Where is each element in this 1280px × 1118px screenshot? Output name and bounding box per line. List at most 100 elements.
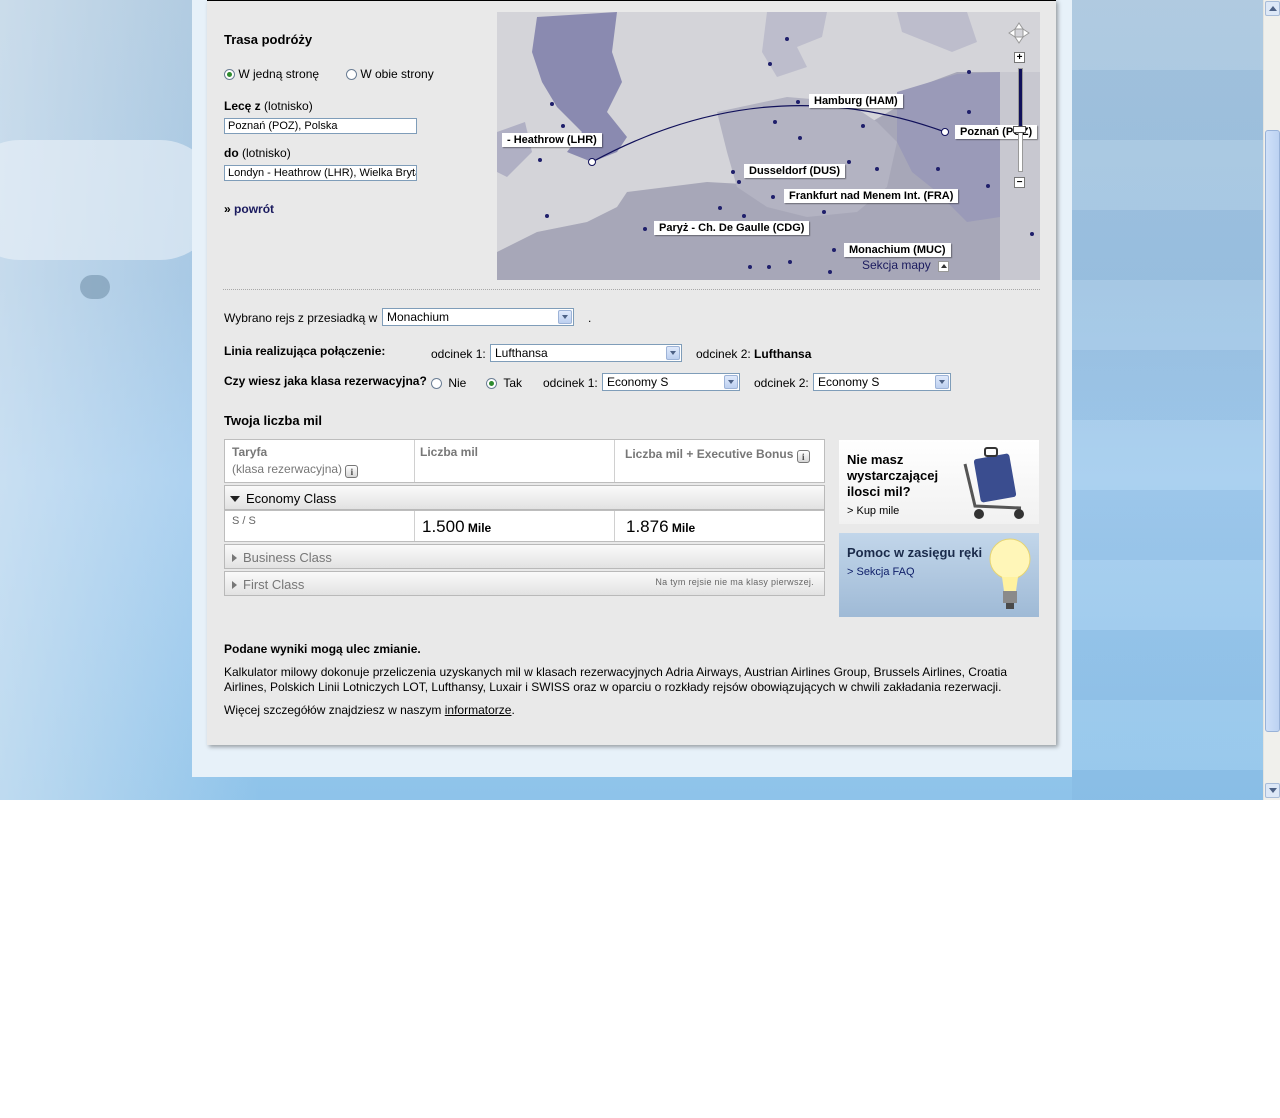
seg1-airline-select[interactable]: Lufthansa: [490, 344, 682, 362]
lhr-marker: [588, 158, 596, 166]
seg1-class-select[interactable]: Economy S: [602, 373, 740, 391]
airport-dot: [861, 124, 865, 128]
seg1-airline-value: Lufthansa: [495, 346, 548, 360]
airport-dot: [742, 214, 746, 218]
buy-miles-link[interactable]: > Kup mile: [847, 505, 899, 517]
one-way-radio[interactable]: [224, 69, 235, 80]
airport-dot: [718, 206, 722, 210]
seg1-label: odcinek 1:: [431, 347, 486, 361]
first-class-heading: First Class: [232, 577, 304, 592]
airport-dot: [832, 248, 836, 252]
seg2-airline-info: odcinek 2: Lufthansa: [696, 347, 811, 361]
miles-table-header: Taryfa (klasa rezerwacyjna) i Liczba mil…: [224, 439, 825, 483]
buy-miles-title: Nie masz wystarczającej ilosci mil?: [847, 452, 938, 500]
back-link[interactable]: » powrót: [224, 202, 274, 216]
double-chevron-icon: »: [224, 202, 231, 216]
airport-dot: [785, 37, 789, 41]
map-label-muc[interactable]: Monachium (MUC): [844, 243, 951, 257]
airport-dot: [643, 227, 647, 231]
round-trip-option[interactable]: W obie strony: [346, 67, 434, 81]
seg2-class-select[interactable]: Economy S: [813, 373, 951, 391]
back-link-label: powrót: [234, 202, 275, 216]
airport-dot: [828, 270, 832, 274]
airport-dot: [768, 62, 772, 66]
panel-top-border: [207, 0, 1056, 1]
airport-dot: [986, 184, 990, 188]
zoom-slider-track[interactable]: [1018, 68, 1023, 172]
airport-dot: [771, 195, 775, 199]
zoom-slider-thumb[interactable]: [1013, 126, 1026, 134]
airport-dot: [1030, 232, 1034, 236]
map-pan-control[interactable]: [1008, 22, 1030, 44]
informator-link[interactable]: informatorze: [445, 703, 512, 717]
class-yes-radio[interactable]: [486, 378, 497, 389]
col-fare-header: Taryfa: [232, 445, 268, 459]
economy-fare-code: S / S: [232, 515, 256, 527]
help-promo[interactable]: Pomoc w zasięgu ręki > Sekcja FAQ: [839, 533, 1039, 617]
light-bulb-icon: [989, 538, 1031, 609]
airport-dot: [788, 260, 792, 264]
airport-dot: [847, 160, 851, 164]
vertical-scrollbar[interactable]: [1263, 0, 1280, 800]
info-icon[interactable]: i: [796, 450, 810, 463]
column-divider: [614, 511, 615, 541]
scroll-up-button[interactable]: [1265, 1, 1280, 16]
map-label-dus[interactable]: Dusseldorf (DUS): [744, 164, 846, 178]
class-yes-label: Tak: [503, 376, 523, 390]
help-title: Pomoc w zasięgu ręki: [847, 545, 983, 560]
chevron-down-icon[interactable]: [558, 310, 572, 324]
col-bonus-text: Liczba mil + Executive Bonus: [625, 447, 794, 461]
one-way-label: W jedną stronę: [238, 67, 320, 81]
from-airport-input[interactable]: Poznań (POZ), Polska: [224, 118, 417, 134]
economy-class-heading: Economy Class: [230, 491, 336, 506]
to-airport-input[interactable]: Londyn - Heathrow (LHR), Wielka Bryta: [224, 165, 417, 181]
triangle-right-icon: [232, 554, 237, 562]
background-windows: [1072, 0, 1263, 800]
from-label-rest: (lotnisko): [264, 99, 313, 113]
chevron-down-icon[interactable]: [666, 346, 680, 360]
class-no-radio[interactable]: [431, 378, 442, 389]
scroll-thumb[interactable]: [1265, 130, 1280, 732]
notes-title: Podane wyniki mogą ulec zmianie.: [224, 642, 421, 656]
map-label-lhr[interactable]: - Heathrow (LHR): [502, 133, 602, 147]
map-label-cdg[interactable]: Paryż - Ch. De Gaulle (CDG): [654, 221, 810, 235]
map-section-link[interactable]: Sekcja mapy: [862, 258, 931, 272]
zoom-slider-fill: [1019, 69, 1022, 131]
seg2-airline-value: Lufthansa: [754, 347, 812, 361]
class-question: Czy wiesz jaka klasa rezerwacyjna?: [224, 374, 427, 388]
route-title: Trasa podróży: [224, 32, 313, 47]
info-icon[interactable]: i: [345, 465, 359, 478]
luggage-cart-icon: [963, 447, 1024, 519]
round-trip-radio[interactable]: [346, 69, 357, 80]
airport-dot: [561, 124, 565, 128]
class-no-option[interactable]: Nie: [431, 376, 466, 390]
col-fare-sub-text: (klasa rezerwacyjna): [232, 462, 343, 476]
map-label-ham[interactable]: Hamburg (HAM): [809, 94, 903, 108]
to-label-rest: (lotnisko): [242, 146, 291, 160]
airline-label: Linia realizująca połączenie:: [224, 344, 386, 358]
transfer-select[interactable]: Monachium: [382, 308, 574, 326]
zoom-in-button[interactable]: +: [1014, 52, 1025, 63]
buy-miles-promo[interactable]: Nie masz wystarczającej ilosci mil? > Ku…: [839, 440, 1039, 524]
class-yes-option[interactable]: Tak: [486, 376, 522, 390]
map-label-fra[interactable]: Frankfurt nad Menem Int. (FRA): [784, 189, 959, 203]
col-bonus-header: Liczba mil + Executive Bonus i: [625, 447, 810, 463]
business-class-heading: Business Class: [232, 550, 332, 565]
scroll-down-button[interactable]: [1265, 783, 1280, 798]
chevron-down-icon[interactable]: [935, 375, 949, 389]
map-collapse-button[interactable]: [938, 261, 949, 272]
one-way-option[interactable]: W jedną stronę: [224, 67, 319, 81]
first-class-title: First Class: [243, 577, 305, 592]
chevron-down-icon[interactable]: [724, 375, 738, 389]
airport-dot: [798, 136, 802, 140]
business-class-toggle[interactable]: Business Class: [224, 544, 825, 569]
economy-class-toggle[interactable]: Economy Class: [224, 485, 825, 510]
zoom-out-button[interactable]: −: [1014, 177, 1025, 188]
route-map[interactable]: - Heathrow (LHR) Hamburg (HAM) Poznań (P…: [497, 12, 1040, 280]
transfer-label: Wybrano rejs z przesiadką w: [224, 311, 378, 325]
buy-miles-title-line: ilosci mil?: [847, 484, 911, 499]
economy-bonus-cell: 1.876 Mile: [626, 517, 695, 537]
faq-link[interactable]: > Sekcja FAQ: [847, 566, 915, 578]
first-class-toggle[interactable]: First Class Na tym rejsie nie ma klasy p…: [224, 571, 825, 596]
economy-bonus-unit: Mile: [671, 521, 696, 535]
